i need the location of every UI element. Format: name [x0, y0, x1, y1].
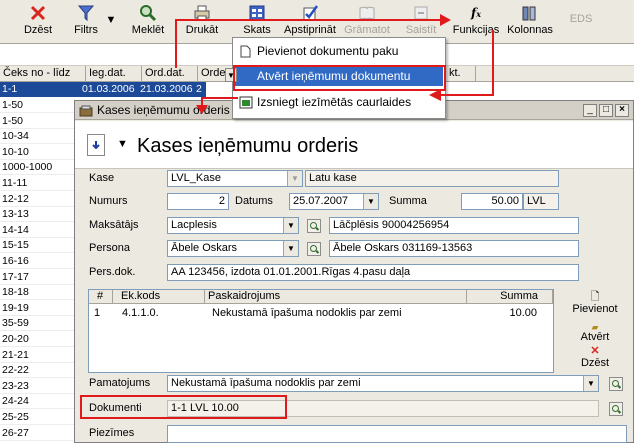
annotation-highlight-menu: [233, 65, 446, 91]
annotation-highlight-dokumenti: [80, 395, 287, 419]
